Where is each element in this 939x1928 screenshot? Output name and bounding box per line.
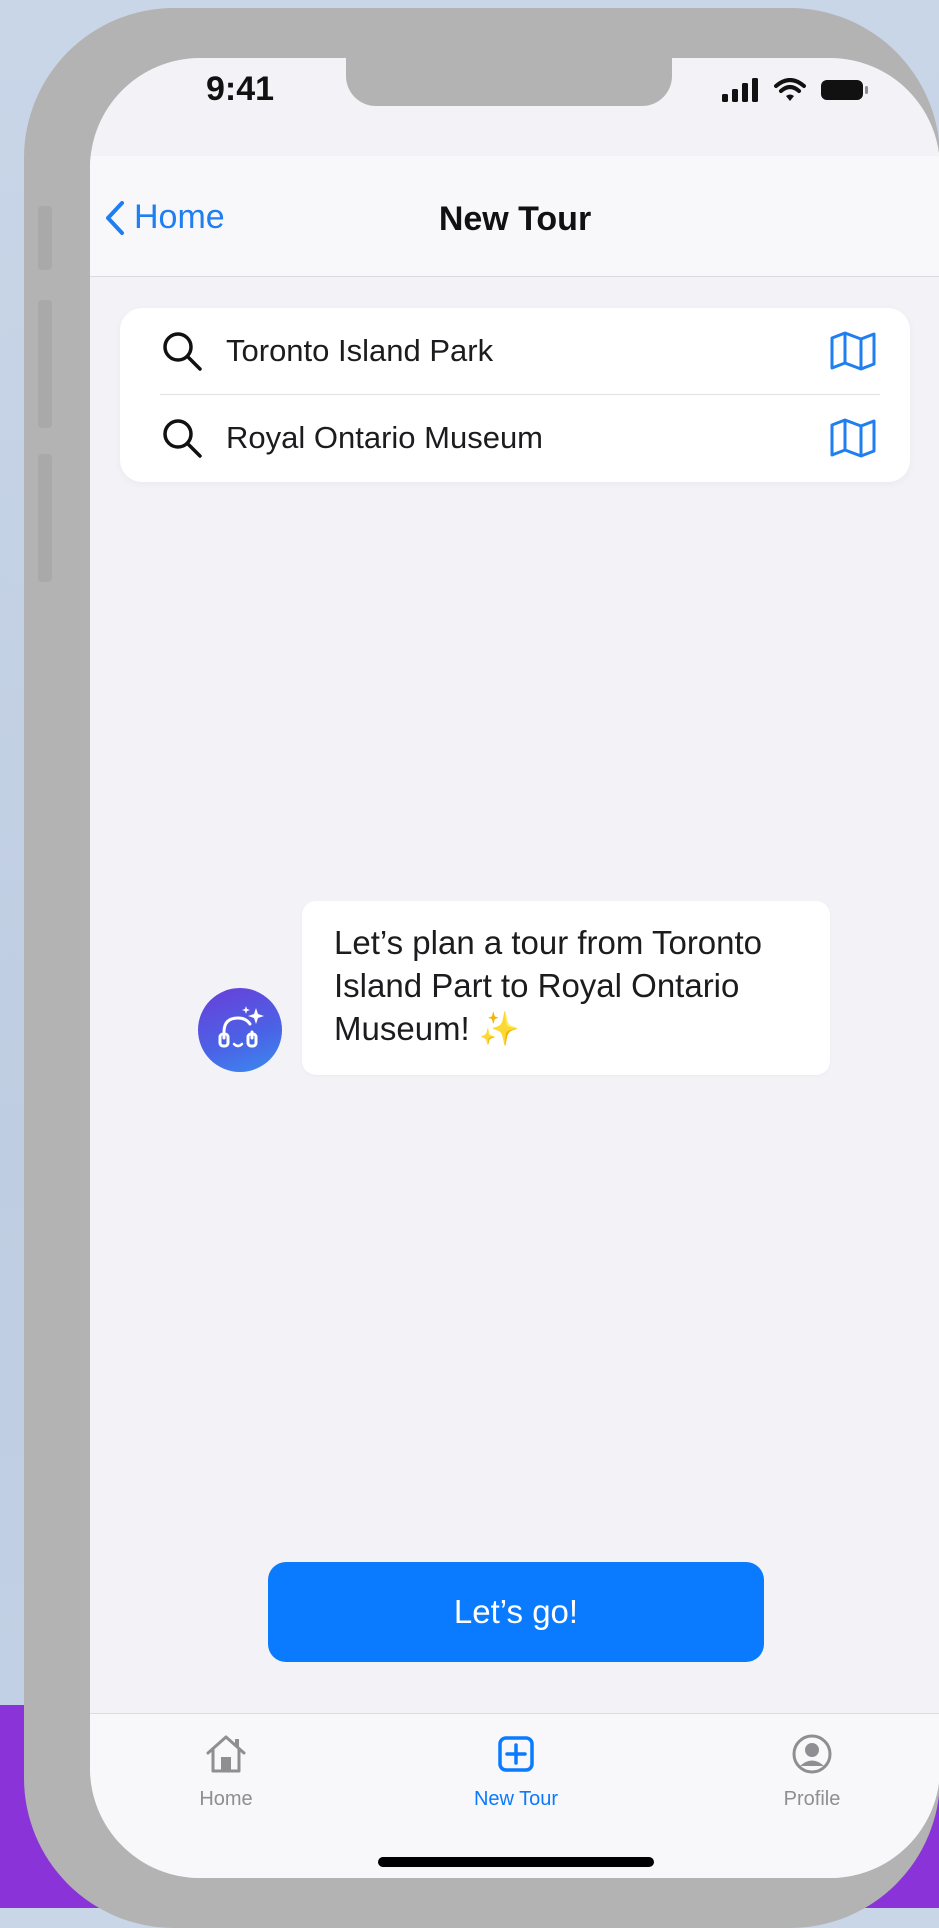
home-indicator	[378, 1857, 654, 1867]
cellular-signal-icon	[722, 78, 758, 102]
notch	[346, 58, 672, 106]
search-destination-text[interactable]: Royal Ontario Museum	[226, 420, 826, 456]
tab-new-tour[interactable]: New Tour	[436, 1726, 596, 1811]
headphones-sparkle-icon	[218, 1006, 264, 1048]
tab-profile[interactable]: Profile	[732, 1726, 892, 1811]
search-row-origin[interactable]: Toronto Island Park	[160, 308, 880, 395]
assistant-message-bubble: Let’s plan a tour from Toronto Island Pa…	[302, 901, 830, 1075]
phone-frame: 9:41 Home New Tour Toronto Island Park R…	[24, 8, 939, 1928]
tab-home-label: Home	[199, 1788, 253, 1810]
battery-icon	[821, 80, 868, 100]
tab-home[interactable]: Home	[146, 1726, 306, 1811]
tab-bar: Home New Tour Profile	[90, 1713, 939, 1878]
map-icon[interactable]	[826, 324, 880, 378]
assistant-message-text: Let’s plan a tour from Toronto Island Pa…	[334, 924, 763, 1047]
house-icon	[206, 1735, 246, 1773]
search-icon	[163, 419, 202, 458]
search-icon	[163, 332, 202, 371]
sparkles-emoji: ✨	[478, 1010, 520, 1047]
status-time: 9:41	[206, 70, 275, 108]
search-origin-text[interactable]: Toronto Island Park	[226, 333, 826, 369]
tab-new-tour-label: New Tour	[473, 1788, 559, 1810]
assistant-message: Let’s plan a tour from Toronto Island Pa…	[334, 921, 808, 1050]
assistant-avatar	[198, 988, 282, 1072]
navigation-bar: Home New Tour	[90, 156, 939, 277]
mute-switch	[38, 206, 52, 270]
phone-screen: 9:41 Home New Tour Toronto Island Park R…	[90, 58, 939, 1878]
wifi-icon	[774, 78, 806, 101]
tab-profile-label: Profile	[783, 1788, 841, 1810]
lets-go-button[interactable]: Let’s go!	[268, 1562, 764, 1662]
volume-down-button	[38, 454, 52, 582]
volume-up-button	[38, 300, 52, 428]
search-card: Toronto Island Park Royal Ontario Museum	[120, 308, 910, 482]
plus-square-icon	[498, 1736, 534, 1772]
person-circle-icon	[792, 1734, 832, 1774]
map-icon[interactable]	[826, 411, 880, 465]
search-row-destination[interactable]: Royal Ontario Museum	[160, 395, 880, 481]
status-icons	[722, 78, 870, 102]
page-title: New Tour	[438, 200, 592, 238]
